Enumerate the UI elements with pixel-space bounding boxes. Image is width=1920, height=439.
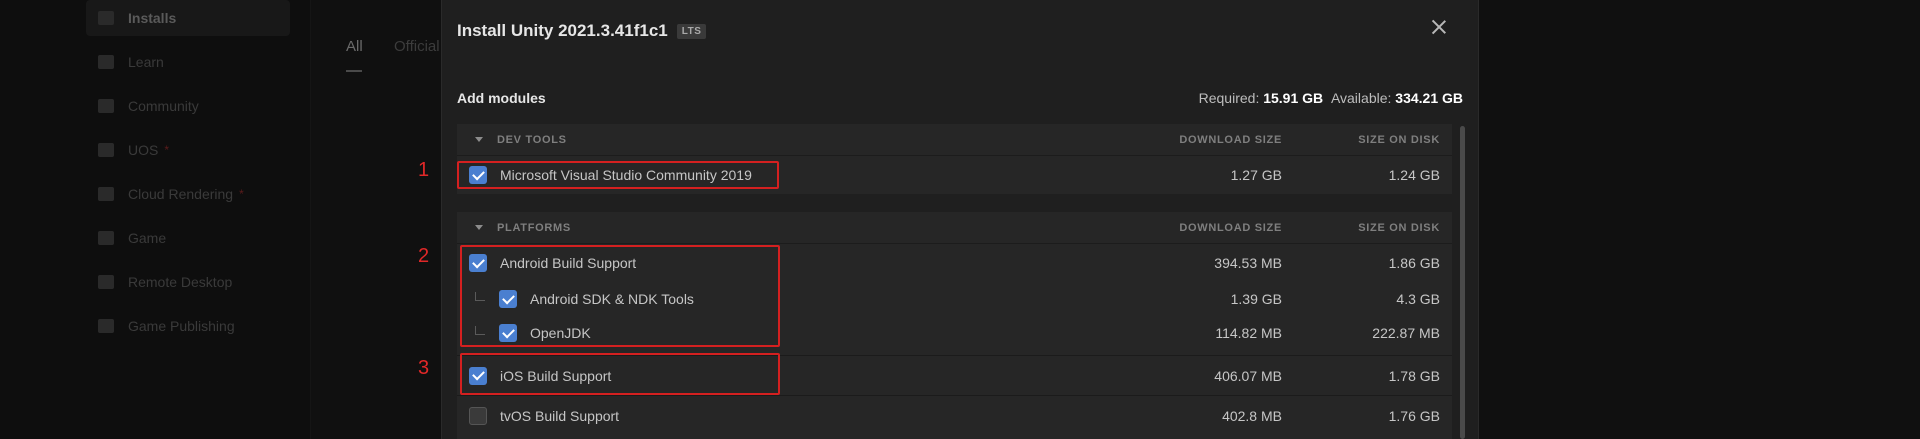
available-value: 334.21 GB xyxy=(1395,90,1463,106)
dialog-title: Install Unity 2021.3.41f1c1 LTS xyxy=(457,21,707,41)
sidebar-item-remote-desktop[interactable]: Remote Desktop xyxy=(86,264,290,300)
monitor-icon xyxy=(98,275,114,289)
size-on-disk-header: SIZE ON DISK xyxy=(1358,221,1440,234)
download-size-header: DOWNLOAD SIZE xyxy=(1179,221,1282,234)
new-dot: * xyxy=(239,187,244,201)
gamepad-icon xyxy=(98,231,114,245)
annotation-box xyxy=(460,245,780,347)
tab-all[interactable]: All xyxy=(346,38,363,55)
cloud-icon xyxy=(98,187,114,201)
checkbox-unchecked[interactable] xyxy=(469,406,487,425)
sidebar-item-installs[interactable]: Installs xyxy=(86,0,290,36)
add-modules-heading: Add modules xyxy=(457,90,546,106)
module-row[interactable]: tvOS Build Support 402.8 MB 1.76 GB xyxy=(457,395,1452,435)
section-header[interactable]: DEV TOOLS DOWNLOAD SIZE SIZE ON DISK xyxy=(457,124,1452,156)
sidebar: Installs Learn Community UOS * Cloud Rend… xyxy=(0,0,310,439)
lock-icon xyxy=(98,11,114,25)
close-icon[interactable] xyxy=(1430,18,1448,36)
annotation-number: 1 xyxy=(418,159,430,181)
section-header[interactable]: PLATFORMS DOWNLOAD SIZE SIZE ON DISK xyxy=(457,212,1452,244)
space-summary: Required: 15.91 GB Available: 334.21 GB xyxy=(1198,90,1463,106)
publish-icon xyxy=(98,319,114,333)
sidebar-item-cloud-rendering[interactable]: Cloud Rendering * xyxy=(86,176,290,212)
collapse-caret-icon[interactable] xyxy=(475,137,483,142)
people-icon xyxy=(98,99,114,113)
annotation-box xyxy=(457,161,779,189)
size-on-disk-header: SIZE ON DISK xyxy=(1358,133,1440,146)
annotation-number: 2 xyxy=(418,245,430,267)
annotation-box xyxy=(460,353,780,395)
sidebar-item-game[interactable]: Game xyxy=(86,220,290,256)
new-dot: * xyxy=(164,143,170,157)
sidebar-item-community[interactable]: Community xyxy=(86,88,290,124)
tab-official[interactable]: Official xyxy=(394,38,440,55)
collapse-caret-icon[interactable] xyxy=(475,225,483,230)
scrollbar[interactable] xyxy=(1460,126,1465,439)
annotation-number: 3 xyxy=(418,357,430,379)
tab-underline xyxy=(346,70,362,72)
sidebar-item-game-publishing[interactable]: Game Publishing xyxy=(86,308,290,344)
download-size-header: DOWNLOAD SIZE xyxy=(1179,133,1282,146)
required-value: 15.91 GB xyxy=(1263,90,1324,106)
sidebar-item-uos[interactable]: UOS * xyxy=(86,132,290,168)
graduation-cap-icon xyxy=(98,55,114,69)
grid-icon xyxy=(98,143,114,157)
lts-badge: LTS xyxy=(676,23,707,39)
sidebar-item-learn[interactable]: Learn xyxy=(86,44,290,80)
